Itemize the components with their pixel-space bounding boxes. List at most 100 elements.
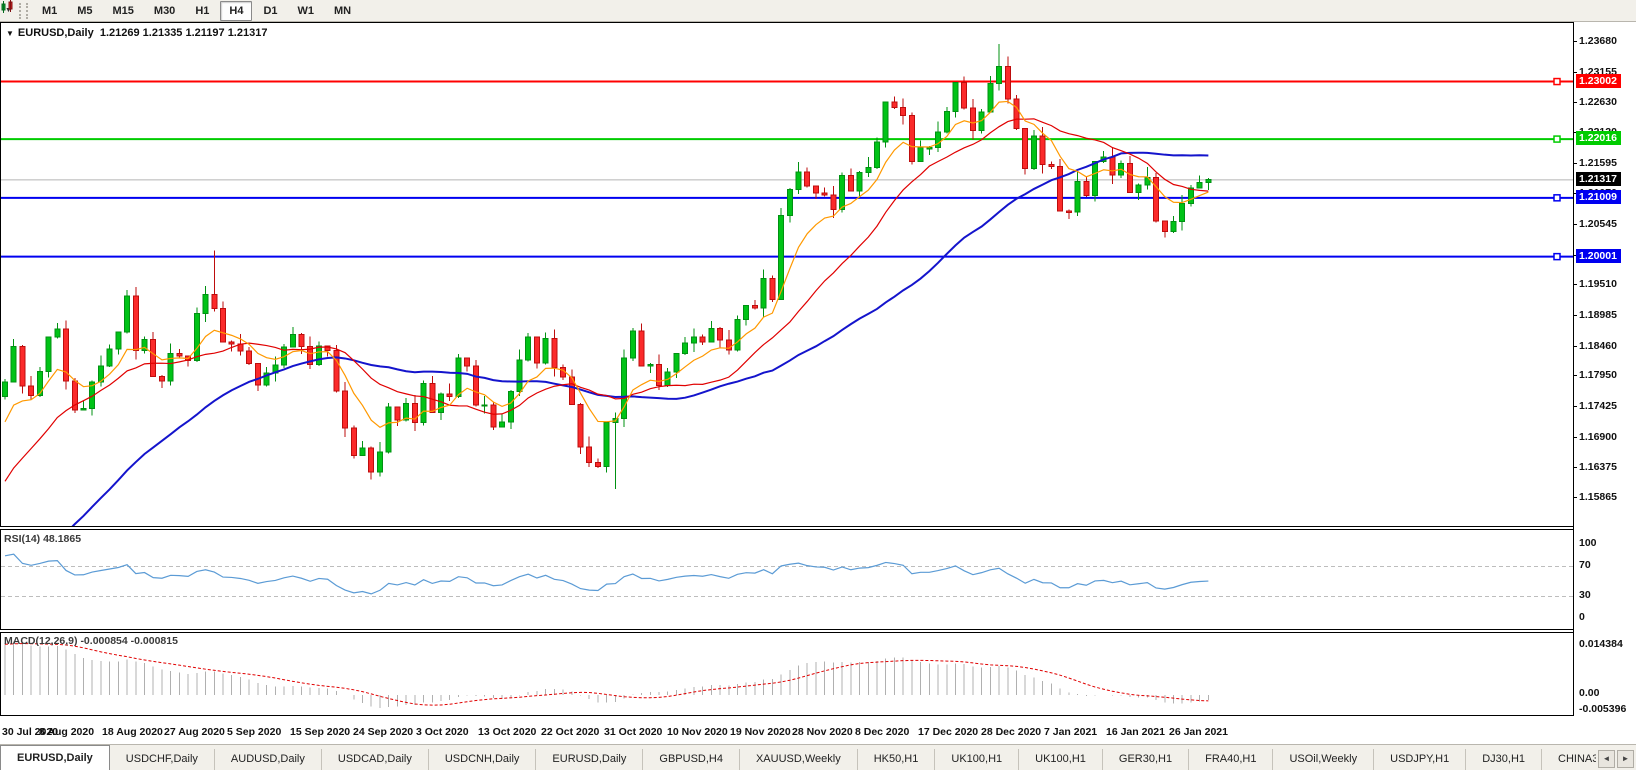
tab-usdjpy-h1[interactable]: USDJPY,H1 xyxy=(1374,749,1467,770)
tab-eurusd-daily[interactable]: EURUSD,Daily xyxy=(0,745,110,770)
timeframe-button-h4[interactable]: H4 xyxy=(220,0,253,21)
rsi-scale-label: 100 xyxy=(1579,537,1597,549)
level-price-tag: 1.22016 xyxy=(1576,131,1621,145)
price-axis-label: 1.19510 xyxy=(1579,278,1617,290)
candle xyxy=(1048,164,1055,167)
candle xyxy=(385,406,392,453)
candle xyxy=(1022,127,1029,170)
candle xyxy=(246,350,253,364)
chevron-down-icon[interactable]: ▼ xyxy=(6,29,14,38)
timeframe-button-w1[interactable]: W1 xyxy=(289,1,324,21)
date-label: 24 Sep 2020 xyxy=(353,726,414,738)
candle xyxy=(507,390,514,423)
tab-usdcad-daily[interactable]: USDCAD,Daily xyxy=(321,749,429,770)
tab-usoil-weekly[interactable]: USOil,Weekly xyxy=(1273,749,1375,770)
tab-audusd-daily[interactable]: AUDUSD,Daily xyxy=(214,749,322,770)
price-axis-tick xyxy=(1573,346,1577,347)
macd-panel[interactable] xyxy=(0,632,1574,716)
candle xyxy=(891,101,898,108)
candle xyxy=(132,295,139,352)
candle xyxy=(603,421,610,468)
candle xyxy=(682,342,689,355)
level-handle xyxy=(1553,135,1561,143)
date-label: 16 Jan 2021 xyxy=(1106,726,1165,738)
tab-fra40-h1[interactable]: FRA40,H1 xyxy=(1189,749,1274,770)
candle xyxy=(115,331,122,350)
candle xyxy=(1126,162,1133,194)
timeframe-button-m5[interactable]: M5 xyxy=(68,1,101,21)
price-axis-label: 1.16900 xyxy=(1579,431,1617,443)
timeframe-button-m30[interactable]: M30 xyxy=(145,1,184,21)
rsi-scale-label: 30 xyxy=(1579,589,1591,601)
price-axis-tick xyxy=(1573,437,1577,438)
level-price-tag: 1.20001 xyxy=(1576,249,1621,263)
macd-scale-label: 0.00 xyxy=(1579,687,1600,699)
timeframe-button-mn[interactable]: MN xyxy=(325,1,360,21)
price-chart-canvas[interactable] xyxy=(1,23,1573,526)
tab-uk100-h1[interactable]: UK100,H1 xyxy=(1019,749,1103,770)
tab-scroll-right-icon[interactable]: ► xyxy=(1617,750,1634,768)
rsi-canvas[interactable] xyxy=(1,530,1573,629)
candle xyxy=(751,305,758,309)
tab-xauusd-weekly[interactable]: XAUUSD,Weekly xyxy=(739,749,858,770)
timeframe-button-m15[interactable]: M15 xyxy=(104,1,143,21)
candle xyxy=(760,277,767,309)
candle xyxy=(830,194,837,210)
tab-usdchf-daily[interactable]: USDCHF,Daily xyxy=(109,749,215,770)
candle xyxy=(969,107,976,132)
tab-usdcnh-daily[interactable]: USDCNH,Daily xyxy=(428,749,537,770)
time-axis[interactable]: 30 Jul 2020 8 Aug 2020 18 Aug 2020 27 Aug 2… xyxy=(0,717,1636,744)
tab-scroll-left-icon[interactable]: ◄ xyxy=(1598,750,1615,768)
price-axis-tick xyxy=(1573,41,1577,42)
timeframe-buttons: M1 M5 M15 M30 H1 H4 D1 W1 MN xyxy=(32,0,361,21)
rsi-line xyxy=(4,553,1209,595)
date-label: 7 Jan 2021 xyxy=(1044,726,1098,738)
candle xyxy=(289,333,296,348)
price-chart-panel[interactable] xyxy=(0,22,1574,527)
candle xyxy=(193,312,200,362)
tab-hk50-h1[interactable]: HK50,H1 xyxy=(857,749,936,770)
price-axis-label: 1.22630 xyxy=(1579,96,1617,108)
candle xyxy=(812,185,819,194)
chart-tool-button[interactable]: ▼ xyxy=(0,0,15,21)
timeframe-button-m1[interactable]: M1 xyxy=(33,1,66,21)
candle xyxy=(202,294,209,314)
tab-ger30-h1[interactable]: GER30,H1 xyxy=(1102,749,1190,770)
tab-eurusd-daily[interactable]: EURUSD,Daily xyxy=(536,749,644,770)
price-axis-tick xyxy=(1573,102,1577,103)
price-axis-tick xyxy=(1573,224,1577,225)
rsi-panel[interactable] xyxy=(0,529,1574,630)
candle xyxy=(106,348,113,367)
candle xyxy=(1083,180,1090,196)
trading-terminal-window: ▼ M1 M5 M15 M30 H1 H4 D1 W1 MN ▼ EURUSD,Daily 1.2… xyxy=(0,0,1636,770)
candle xyxy=(446,393,453,398)
price-axis-tick xyxy=(1573,375,1577,376)
candle xyxy=(315,345,322,366)
candle xyxy=(464,357,471,367)
candle xyxy=(804,171,811,187)
candle xyxy=(542,337,549,364)
candle xyxy=(987,82,994,113)
tab-dj30-h1[interactable]: DJ30,H1 xyxy=(1466,749,1543,770)
date-label: 5 Sep 2020 xyxy=(227,726,282,738)
timeframe-button-h1[interactable]: H1 xyxy=(186,1,218,21)
candle xyxy=(656,364,662,387)
candle xyxy=(28,385,35,397)
date-label: 17 Dec 2020 xyxy=(918,726,979,738)
candle xyxy=(1004,66,1011,100)
tab-china300-h1[interactable]: CHINA300,H1 xyxy=(1542,749,1596,770)
toolbar-grip[interactable] xyxy=(18,2,28,19)
tab-gbpusd-h4[interactable]: GBPUSD,H4 xyxy=(643,749,740,770)
candle xyxy=(481,404,488,407)
date-label: 28 Nov 2020 xyxy=(792,726,853,738)
macd-canvas[interactable] xyxy=(1,633,1573,715)
price-axis-tick xyxy=(1573,163,1577,164)
level-price-tag: 1.21009 xyxy=(1576,190,1621,204)
timeframe-button-d1[interactable]: D1 xyxy=(254,1,286,21)
candle xyxy=(176,353,183,357)
candle xyxy=(254,362,261,386)
date-label: 13 Oct 2020 xyxy=(478,726,537,738)
candle xyxy=(533,336,540,364)
candle xyxy=(629,330,636,359)
tab-uk100-h1[interactable]: UK100,H1 xyxy=(935,749,1020,770)
